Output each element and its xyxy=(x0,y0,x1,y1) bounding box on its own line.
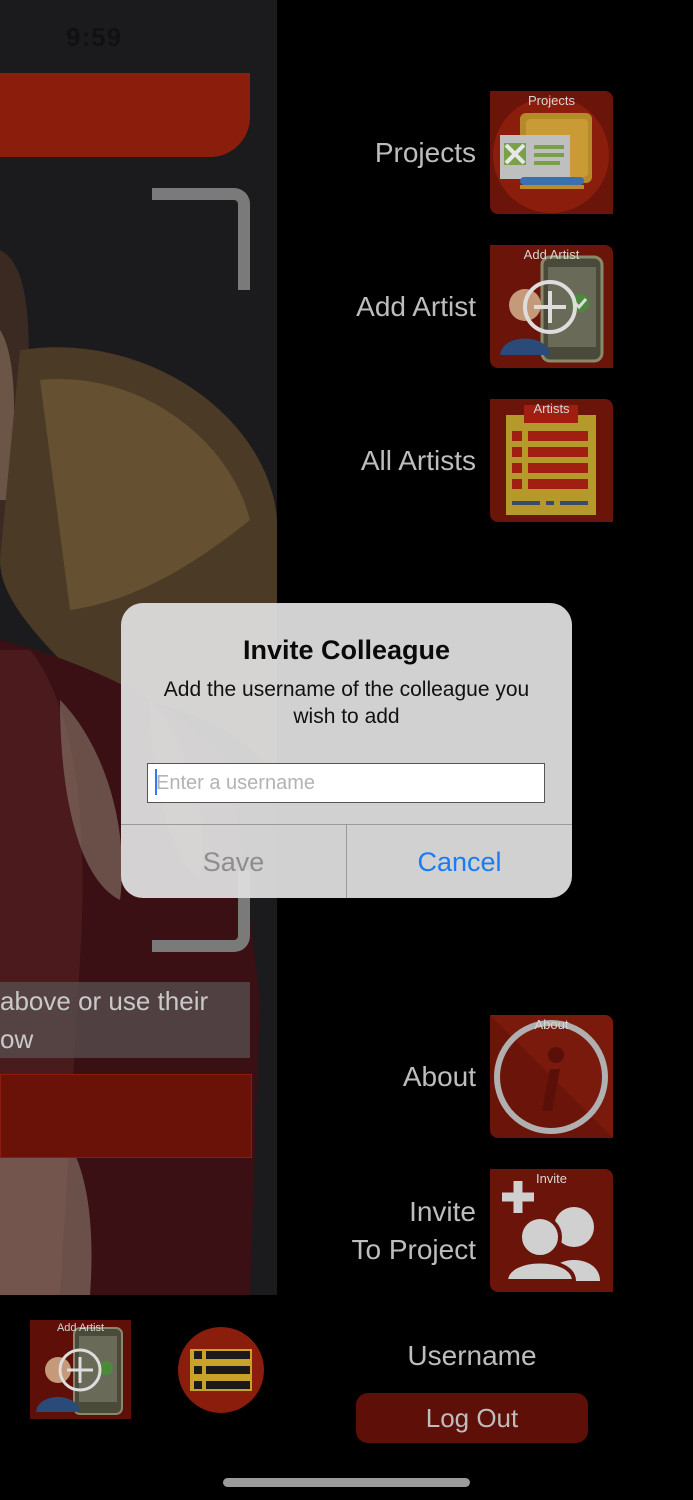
add-artist-phone-icon xyxy=(500,255,604,363)
primary-action-button[interactable] xyxy=(0,1074,252,1158)
tile-caption-invite: Invite xyxy=(535,1171,568,1186)
menu-label-projects: Projects xyxy=(374,136,476,168)
menu-item-projects[interactable]: Projects Projects xyxy=(375,91,613,214)
home-indicator[interactable] xyxy=(223,1478,470,1487)
menu-label-invite-line-2: To Project xyxy=(351,1233,477,1265)
add-artist-tile[interactable]: Add Artist xyxy=(490,245,613,368)
menu-label-invite: Invite To Project xyxy=(352,1193,477,1269)
dialog-title: Invite Colleague xyxy=(242,635,451,665)
bottom-artists-list-button[interactable] xyxy=(178,1327,264,1413)
dialog-actions: Save Cancel xyxy=(121,824,572,898)
menu-item-about[interactable]: About About xyxy=(403,1015,613,1138)
invite-tile[interactable]: Invite xyxy=(490,1169,613,1292)
instruction-line-1: above or use their xyxy=(0,986,209,1016)
about-tile[interactable]: About xyxy=(490,1015,613,1138)
artists-list-icon xyxy=(178,1327,264,1413)
menu-item-add-artist[interactable]: Add Artist Add Artist xyxy=(356,245,613,368)
username-label: Username xyxy=(407,1340,537,1371)
status-bar-time: 9:59 xyxy=(66,22,123,52)
all-artists-tile[interactable]: Artists xyxy=(490,399,613,522)
text-cursor xyxy=(155,769,157,795)
camera-frame-corner-top xyxy=(152,188,250,290)
username-input[interactable] xyxy=(147,763,545,803)
instruction-line-2: ow xyxy=(0,1024,34,1054)
add-artist-phone-icon xyxy=(36,1327,123,1415)
info-icon xyxy=(490,1015,613,1138)
header-red-bar xyxy=(0,73,250,157)
tile-caption-projects: Projects xyxy=(528,93,575,108)
menu-item-all-artists[interactable]: All Artists Artists xyxy=(361,399,613,522)
tile-caption-about: About xyxy=(534,1017,569,1032)
projects-folder-icon xyxy=(493,97,609,213)
dialog-message: Add the username of the colleague you wi… xyxy=(163,678,530,728)
menu-label-about: About xyxy=(402,1060,476,1092)
logout-button[interactable]: Log Out xyxy=(356,1393,588,1443)
menu-label-all-artists: All Artists xyxy=(360,444,476,476)
projects-tile[interactable]: Projects xyxy=(490,91,613,214)
menu-label-add-artist: Add Artist xyxy=(356,290,476,322)
tile-caption-add-artist: Add Artist xyxy=(523,247,580,262)
save-button[interactable]: Save xyxy=(121,825,347,898)
tile-caption-all-artists: Artists xyxy=(533,401,570,416)
invite-users-icon xyxy=(502,1181,600,1283)
menu-label-invite-line-1: Invite xyxy=(409,1195,476,1227)
bottom-add-artist-button[interactable]: Add Artist xyxy=(30,1320,131,1419)
invite-colleague-dialog: Invite Colleague Add the username of the… xyxy=(121,603,572,898)
instruction-text-box: above or use their ow xyxy=(0,982,250,1058)
bottom-add-artist-caption: Add Artist xyxy=(56,1322,105,1334)
artists-list-icon xyxy=(506,405,596,515)
cancel-button[interactable]: Cancel xyxy=(347,825,572,898)
menu-item-invite[interactable]: Invite To Project Invite xyxy=(352,1169,613,1292)
